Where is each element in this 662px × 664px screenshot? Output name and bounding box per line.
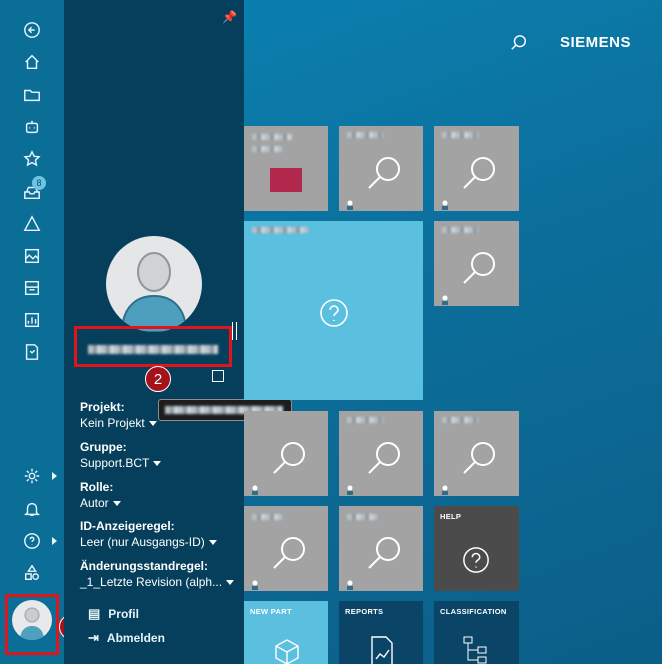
search-tile[interactable] (339, 506, 423, 591)
magnifier-icon (361, 435, 407, 481)
magnifier-icon (456, 435, 502, 481)
question-icon (320, 299, 348, 327)
id-display-rule-field[interactable]: ID-Anzeigeregel: Leer (nur Ausgangs-ID) (80, 519, 217, 549)
search-tile[interactable] (434, 126, 519, 211)
group-field[interactable]: Gruppe: Support.BCT (80, 440, 162, 470)
report-icon[interactable] (20, 340, 44, 364)
reports-tile-label: REPORTS (345, 607, 384, 616)
shapes-icon[interactable] (20, 561, 44, 585)
group-dropdown-icon[interactable] (153, 461, 162, 467)
id-display-rule-label: ID-Anzeigeregel: (80, 519, 175, 533)
help-caret-icon (52, 537, 57, 545)
user-mini-icon (345, 577, 355, 590)
magnifier-icon (266, 435, 312, 481)
chart-icon[interactable] (20, 308, 44, 332)
inbox-badge: 8 (32, 176, 46, 190)
role-value[interactable]: Autor (80, 496, 109, 510)
magnifier-icon (361, 150, 407, 196)
brand-logo: SIEMENS (560, 34, 632, 51)
project-dropdown-icon[interactable] (148, 421, 157, 427)
user-mini-icon (345, 197, 355, 210)
folder-tile[interactable] (244, 126, 328, 211)
revision-rule-value[interactable]: _1_Letzte Revision (alph... (80, 575, 222, 589)
resize-handle[interactable] (232, 322, 237, 340)
id-display-rule-value[interactable]: Leer (nur Ausgangs-ID) (80, 535, 205, 549)
search-tile[interactable] (434, 411, 519, 496)
user-mini-icon (440, 482, 450, 495)
profile-link[interactable]: ▤ Profil (88, 606, 139, 622)
project-label: Projekt: (80, 400, 125, 414)
magnifier-icon (361, 530, 407, 576)
user-mini-icon (250, 577, 260, 590)
cube-icon (275, 639, 299, 664)
tile-title-redacted (252, 227, 308, 233)
robot-icon[interactable] (20, 115, 44, 139)
revision-rule-dropdown-icon[interactable] (226, 580, 235, 586)
search-tile[interactable] (244, 411, 328, 496)
user-mini-icon (440, 292, 450, 305)
profile-avatar (106, 236, 202, 332)
highlight-avatar (5, 594, 59, 655)
id-display-rule-dropdown-icon[interactable] (208, 540, 217, 546)
home-icon[interactable] (20, 50, 44, 74)
warning-icon[interactable] (20, 212, 44, 236)
highlight-username (74, 326, 232, 367)
search-tile[interactable] (339, 126, 423, 211)
external-link-icon[interactable] (212, 370, 224, 382)
help-large-tile[interactable] (244, 221, 423, 400)
profile-link-label[interactable]: Profil (108, 607, 139, 621)
folder-icon[interactable] (20, 83, 44, 107)
card-icon[interactable] (20, 276, 44, 300)
magnifier-icon (266, 530, 312, 576)
classification-tile[interactable]: CLASSIFICATION (434, 601, 519, 664)
role-field[interactable]: Rolle: Autor (80, 480, 121, 510)
tile-title-redacted (252, 134, 292, 140)
role-dropdown-icon[interactable] (112, 501, 121, 507)
user-mini-icon (345, 482, 355, 495)
classification-tile-label: CLASSIFICATION (440, 607, 507, 616)
project-field[interactable]: Projekt: Kein Projekt (80, 400, 157, 430)
logout-link-label[interactable]: Abmelden (107, 631, 165, 645)
search-tile[interactable] (244, 506, 328, 591)
image-icon[interactable] (20, 244, 44, 268)
search-tile[interactable] (434, 221, 519, 306)
search-tile[interactable] (339, 411, 423, 496)
pin-icon[interactable]: 📌 (222, 10, 237, 24)
bell-icon[interactable] (20, 497, 44, 521)
logout-link[interactable]: ⇥ Abmelden (88, 630, 165, 646)
tile-subtitle-redacted (252, 146, 282, 152)
step-marker-2: 2 (145, 366, 171, 392)
group-value[interactable]: Support.BCT (80, 456, 149, 470)
user-mini-icon (440, 197, 450, 210)
question-icon (463, 547, 489, 573)
help-tile[interactable]: HELP (434, 506, 519, 591)
role-label: Rolle: (80, 480, 114, 494)
reports-tile[interactable]: REPORTS (339, 601, 423, 664)
back-icon[interactable] (20, 18, 44, 42)
revision-rule-field[interactable]: Änderungsstandregel: _1_Letzte Revision … (80, 559, 235, 589)
revision-rule-label: Änderungsstandregel: (80, 559, 209, 573)
search-icon[interactable] (510, 34, 528, 57)
profile-icon: ▤ (88, 606, 101, 621)
hierarchy-icon (463, 636, 487, 664)
help-icon[interactable] (20, 529, 44, 553)
gear-icon[interactable] (20, 464, 44, 488)
logout-icon: ⇥ (88, 630, 99, 645)
help-tile-label: HELP (440, 512, 462, 521)
profile-avatar-icon (120, 252, 188, 332)
report-chart-icon (371, 636, 393, 664)
new-part-tile-label: NEW PART (250, 607, 292, 616)
project-value[interactable]: Kein Projekt (80, 416, 145, 430)
star-icon[interactable] (20, 147, 44, 171)
magnifier-icon (456, 245, 502, 291)
user-mini-icon (250, 482, 260, 495)
nav-rail: 8 (0, 0, 64, 664)
gear-caret-icon (52, 472, 57, 480)
group-label: Gruppe: (80, 440, 127, 454)
magnifier-icon (456, 150, 502, 196)
new-part-tile[interactable]: NEW PART (244, 601, 328, 664)
folder-icon-tile (270, 168, 302, 192)
